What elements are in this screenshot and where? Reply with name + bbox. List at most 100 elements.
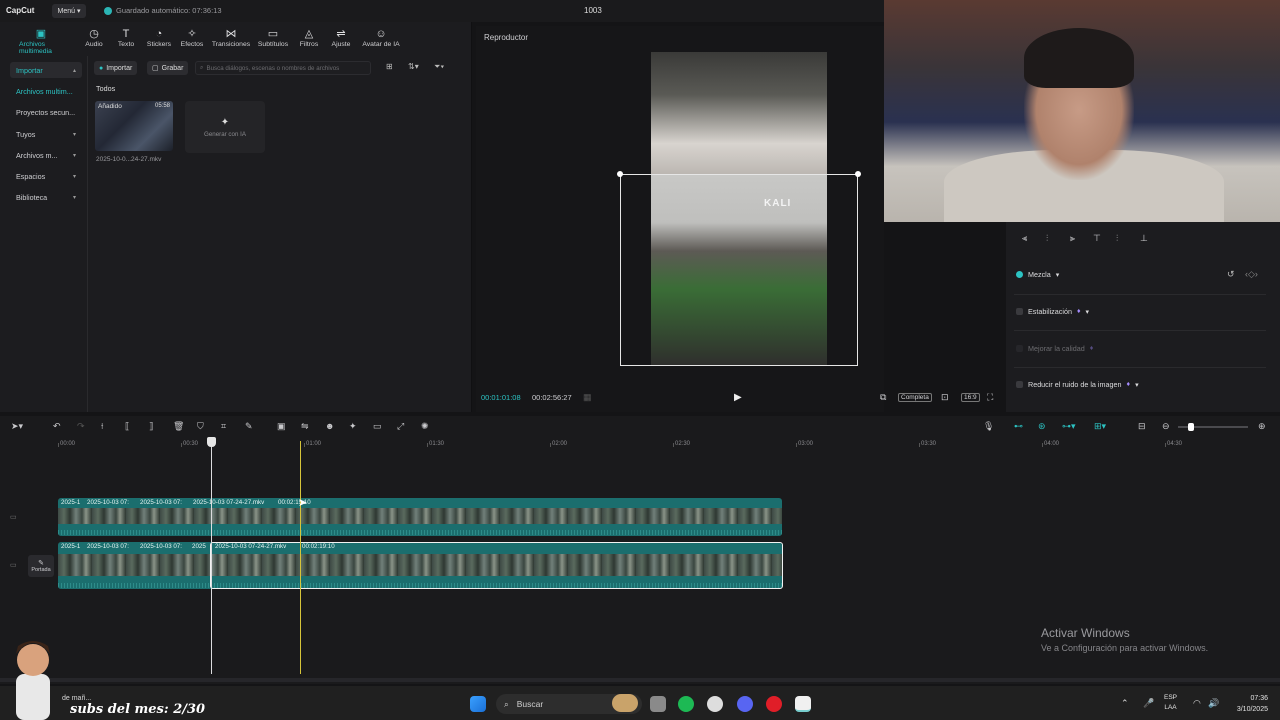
timeline-scrollbar[interactable] xyxy=(0,678,1280,682)
chevron-down-icon: ▾ xyxy=(72,173,76,180)
quality-button[interactable]: Completa xyxy=(898,393,932,402)
track-1-clip[interactable]: 2025-1 2025-10-03 07: 2025-10-03 07: 202… xyxy=(58,498,782,536)
caption-toggle-icon[interactable]: ⊟ xyxy=(1138,421,1146,432)
tab-avatar-de-ia[interactable]: ☺ Avatar de IA xyxy=(359,28,403,48)
tab-label: Archivos multimedia xyxy=(19,41,52,55)
spotify-icon[interactable] xyxy=(678,696,694,712)
selected-clip-outline[interactable] xyxy=(210,542,783,589)
filter-icon[interactable]: ⏷▾ xyxy=(434,62,444,72)
generate-ai-button[interactable]: ✦ Generar con IA xyxy=(185,101,265,153)
playhead-handle[interactable] xyxy=(207,437,216,447)
sidebar-item-proyectos[interactable]: Proyectos secun... xyxy=(10,104,82,120)
zoom-out-icon[interactable]: ⊖ xyxy=(1162,421,1170,432)
tab-archivos-multimedia[interactable]: ▣ Archivos multimedia xyxy=(19,28,63,55)
crop-icon[interactable]: ⧉ xyxy=(880,392,886,403)
chevron-up-icon[interactable]: ⌃ xyxy=(1121,698,1129,709)
shield-icon[interactable]: ⛉ xyxy=(197,421,204,432)
reset-icon[interactable]: ↺ xyxy=(1227,269,1235,280)
caption-icon[interactable]: ▭ xyxy=(373,421,382,432)
align-center-h-icon[interactable]: ⫶ xyxy=(1046,233,1048,244)
split-right-icon[interactable]: ⟧ xyxy=(149,421,153,432)
split-icon[interactable]: ⟊ xyxy=(101,421,103,432)
freeze-icon[interactable]: ▣ xyxy=(277,421,286,432)
microphone-icon[interactable]: 🎙 xyxy=(983,421,994,432)
cover-button[interactable]: ✎ Portada xyxy=(28,555,54,577)
resize-handle[interactable] xyxy=(617,171,623,177)
select-tool-icon[interactable]: ➤▾ xyxy=(11,421,23,432)
magic-icon[interactable]: ✦ xyxy=(349,421,357,432)
tab-efectos[interactable]: ✧ Efectos xyxy=(170,28,214,48)
selection-box[interactable] xyxy=(617,171,861,366)
sidebar-item-archivos-m[interactable]: Archivos m... ▾ xyxy=(10,147,82,163)
grid-view-icon[interactable]: ⊞ xyxy=(386,62,393,71)
github-icon[interactable] xyxy=(707,696,723,712)
preview-axis-icon[interactable]: ⊞▾ xyxy=(1094,421,1106,432)
sidebar-item-importar[interactable]: Importar ▴ xyxy=(10,62,82,78)
search-highlight-icon[interactable] xyxy=(612,694,638,712)
align-right-icon[interactable]: ⫸ xyxy=(1070,233,1075,244)
aspect-ratio-button[interactable]: 16:9 xyxy=(961,393,980,402)
zoom-in-icon[interactable]: ⊕ xyxy=(1258,421,1266,432)
person-icon[interactable]: ☻ xyxy=(325,421,334,431)
clip-label: 2025-1 xyxy=(61,543,81,550)
sidebar-item-tuyos[interactable]: Tuyos ▾ xyxy=(10,126,82,142)
ai-edit-icon[interactable]: ✎ xyxy=(245,421,253,432)
import-button[interactable]: ● Importar xyxy=(94,61,138,75)
track-video-icon[interactable]: ▭ xyxy=(10,561,17,569)
estabilizacion-row[interactable]: Estabilización ♦ ▾ xyxy=(1016,307,1089,316)
magnet-icon[interactable]: ⊛ xyxy=(1038,421,1046,432)
taskbar-clock[interactable]: 07:36 3/10/2025 xyxy=(1228,693,1268,715)
align-bottom-icon[interactable]: ⊥ xyxy=(1140,233,1148,244)
redo-icon[interactable]: ↷ xyxy=(77,421,85,432)
opera-icon[interactable] xyxy=(766,696,782,712)
menu-button[interactable]: Menú ▾ xyxy=(52,4,86,18)
linkage-icon[interactable]: ⊶▾ xyxy=(1062,421,1076,432)
microphone-icon[interactable]: 🎤 xyxy=(1143,698,1154,709)
watermark-title: Activar Windows xyxy=(1041,626,1130,640)
align-top-icon[interactable]: ⊤ xyxy=(1093,233,1101,244)
play-button[interactable]: ▶ xyxy=(734,392,742,403)
chevron-down-icon: ▾ xyxy=(72,131,76,138)
resize-icon[interactable]: ⤢ xyxy=(397,421,404,432)
audio-icon: ◷ xyxy=(89,28,99,40)
tab-transiciones[interactable]: ⋈ Transiciones xyxy=(209,28,253,48)
align-left-icon[interactable]: ⫷ xyxy=(1022,233,1027,244)
delete-icon[interactable]: 🗑 xyxy=(173,421,184,432)
language-code: ESP xyxy=(1164,694,1178,701)
sidebar-item-archivos-multimedia[interactable]: Archivos multim... xyxy=(10,83,82,99)
align-middle-icon[interactable]: ⫶ xyxy=(1116,233,1118,244)
mezcla-checkbox[interactable] xyxy=(1016,271,1023,278)
sidebar-item-espacios[interactable]: Espacios ▾ xyxy=(10,168,82,184)
zoom-slider-knob[interactable] xyxy=(1188,423,1194,431)
sparkle-icon[interactable]: ✺ xyxy=(421,421,429,432)
mezcla-row[interactable]: Mezcla ▾ xyxy=(1016,270,1059,279)
wifi-icon[interactable]: ◠ xyxy=(1193,698,1201,709)
reducir-ruido-row[interactable]: Reducir el ruido de la imagen ♦ ▾ xyxy=(1016,380,1139,389)
undo-icon[interactable]: ↶ xyxy=(53,421,61,432)
media-search-input[interactable]: ⌕ Busca diálogos, escenas o nombres de ar… xyxy=(195,61,371,75)
keyframe-icon[interactable]: ‹◇› xyxy=(1245,269,1258,280)
link-main-track-icon[interactable]: ⊷ xyxy=(1014,421,1023,432)
fullscreen-icon[interactable]: ⛶ xyxy=(987,392,993,403)
media-clip-thumbnail[interactable]: Añadido 05:58 xyxy=(95,101,173,151)
fit-icon[interactable]: ⊡ xyxy=(941,392,949,403)
volume-icon[interactable]: 🔊 xyxy=(1208,698,1219,709)
ruler-tick xyxy=(550,443,551,447)
reducir-checkbox[interactable] xyxy=(1016,381,1023,388)
start-icon[interactable] xyxy=(470,696,486,712)
mirror-icon[interactable]: ⇋ xyxy=(301,421,309,432)
record-button[interactable]: ▢ Grabar xyxy=(147,61,189,75)
sort-icon[interactable]: ⇅▾ xyxy=(408,62,419,71)
crop-icon[interactable]: ⌗ xyxy=(221,421,226,432)
file-explorer-icon[interactable] xyxy=(650,696,666,712)
discord-icon[interactable] xyxy=(737,696,753,712)
sidebar-item-biblioteca[interactable]: Biblioteca ▾ xyxy=(10,189,82,205)
capcut-taskbar-icon[interactable] xyxy=(795,696,811,712)
language-indicator[interactable]: ESP LAA xyxy=(1164,693,1177,713)
resize-handle[interactable] xyxy=(855,171,861,177)
estabilizacion-checkbox[interactable] xyxy=(1016,308,1023,315)
divider xyxy=(1014,294,1266,295)
tab-ajuste[interactable]: ⇌ Ajuste xyxy=(319,28,363,48)
split-left-icon[interactable]: ⟦ xyxy=(125,421,129,432)
track-video-icon[interactable]: ▭ xyxy=(10,513,17,521)
